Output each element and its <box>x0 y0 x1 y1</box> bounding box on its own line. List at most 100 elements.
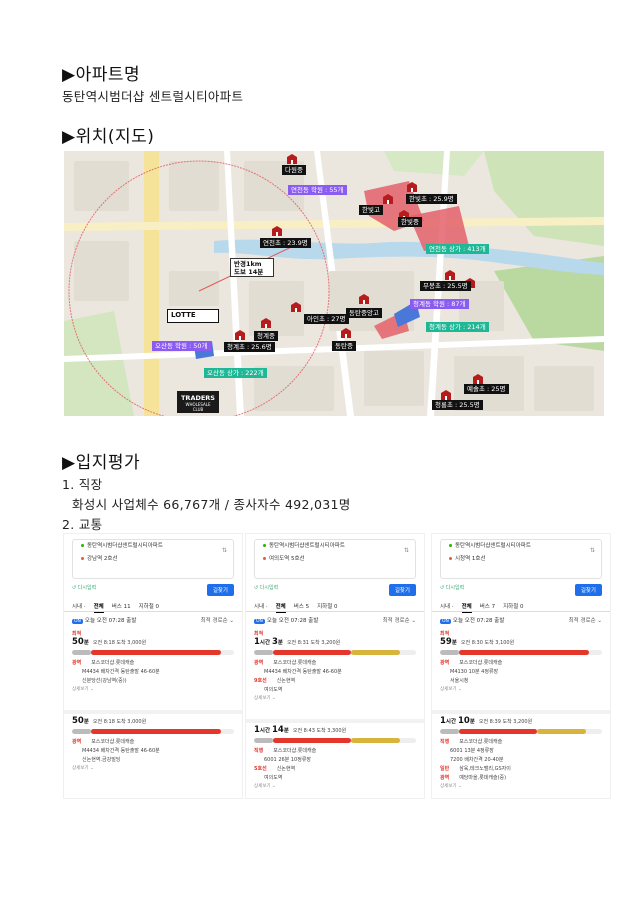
transport-tabs: 시내 · 전체 버스 7 지하철 0 <box>432 602 610 613</box>
radius-distance: 반경1km <box>234 260 262 268</box>
location-map: 다원중 연천동 학원 : 55개 한빛고 한빛초 : 25.9명 한빛중 연천동… <box>64 151 604 416</box>
swap-icon[interactable]: ⇅ <box>222 547 227 554</box>
route-card[interactable]: 1시간 14분 오전 8:43 도착 3,300원직행 포스코더샵.롯데캐슬 6001… <box>254 725 416 789</box>
transport-tab[interactable]: 전체 <box>275 604 286 613</box>
departure-row[interactable]: ON 오늘 오전 07:28 출발 최적 경로순 ⌄ <box>254 616 416 625</box>
sort-dropdown[interactable]: 최적 경로순 ⌄ <box>569 616 602 624</box>
on-badge: ON <box>440 619 451 624</box>
route-search-box[interactable]: 동탄역시범더샵센트럴시티아파트 시청역 1호선 ⇅ <box>440 539 602 579</box>
step-text: 여의도역 <box>264 775 283 781</box>
origin-field[interactable]: 동탄역시범더샵센트럴시티아파트 <box>441 540 601 553</box>
lotte-logo: LOTTE <box>167 309 219 323</box>
step-text: 포스코더샵.롯데캐슬 <box>459 739 503 745</box>
destination-field[interactable]: 강남역 2호선 <box>73 553 233 566</box>
step-badge: 9호선 <box>254 678 267 684</box>
apt-name: 동탄역시범더샵 센트럴시티아파트 <box>62 89 244 104</box>
step-text: 신논현역 <box>276 678 296 684</box>
origin-field[interactable]: 동탄역시범더샵센트럴시티아파트 <box>255 540 415 553</box>
transport-tab[interactable]: 지하철 0 <box>503 604 523 610</box>
transport-tab[interactable]: 전체 <box>93 604 104 613</box>
traders-name: TRADERS <box>181 394 215 402</box>
route-card[interactable]: 50분 오전 8:18 도착 3,000원 광역 포스코더샵.롯데캐슬 M4434 배차… <box>72 716 234 771</box>
search-route-button[interactable]: 길찾기 <box>574 584 602 596</box>
transport-tab[interactable]: 버스 5 <box>294 604 309 610</box>
sort-dropdown[interactable]: 최적 경로순 ⌄ <box>383 616 416 624</box>
route-card[interactable]: 1시간 10분 오전 8:39 도착 3,200원 직행 포스코더샵.롯데캐슬 6001… <box>440 716 602 789</box>
step-badge: 직행 <box>254 748 264 754</box>
route-step: M4130 10분 4정류장 <box>440 668 602 675</box>
step-text: 서울시청 <box>450 678 469 684</box>
step-text: 삼육,테크노밸리,GS자이 <box>459 766 511 772</box>
bus-segment <box>91 729 222 734</box>
destination-field[interactable]: 시청역 1호선 <box>441 553 601 566</box>
step-text: M4130 10분 4정류장 <box>450 669 499 675</box>
sort-dropdown[interactable]: 최적 경로순 ⌄ <box>201 616 234 624</box>
location-heading: ▶위치(지도) <box>62 127 155 147</box>
detail-link[interactable]: 상세보기 ⌄ <box>72 686 234 692</box>
route-card[interactable]: 최적 1시간 3분 오전 8:31 도착 3,200원 광역 포스코더샵.롯데캐슬 M44… <box>254 630 416 701</box>
reset-link[interactable]: ↺ 다시입력 <box>440 585 464 591</box>
detail-link[interactable]: 상세보기 ⌄ <box>254 783 416 789</box>
tab-region[interactable]: 시내 · <box>72 604 86 610</box>
step-text: 포스코더샵.롯데캐슬 <box>273 660 317 666</box>
route-step: 7200 배차간격 20-40분 <box>440 756 602 763</box>
route-search-box[interactable]: 동탄역시범더샵센트럴시티아파트강남역 2호선 ⇅ <box>72 539 234 579</box>
transit-panel: 동탄역시범더샵센트럴시티아파트강남역 2호선 ⇅ ↺ 다시입력 길찾기시내 · 전체 버스… <box>63 533 243 799</box>
walk-segment <box>440 729 460 734</box>
route-card[interactable]: 최적 50분 오전 8:18 도착 3,000원 광역 포스코더샵.롯데캐슬 M4434 … <box>72 630 234 692</box>
departure-row[interactable]: ON 오늘 오전 07:28 출발 최적 경로순 ⌄ <box>72 616 234 625</box>
map-label: 동탄중 <box>332 341 356 351</box>
route-card[interactable]: 최적 59분 오전 8:30 도착 3,100원 광역 포스코더샵.롯데캐슬 M4130 … <box>440 630 602 692</box>
transport-tab[interactable]: 버스 11 <box>112 604 131 610</box>
route-meta: 오전 8:18 도착 3,000원 <box>92 719 147 725</box>
route-duration: 50분 <box>72 716 89 726</box>
map-label: 연천초 : 23.9명 <box>260 238 311 248</box>
step-badge: 광역 <box>440 775 450 781</box>
map-label: 청계초 : 25.6명 <box>224 342 275 352</box>
subway-segment <box>351 738 400 743</box>
search-route-button[interactable]: 길찾기 <box>206 584 234 596</box>
step-badge: 광역 <box>72 739 82 745</box>
apt-heading: ▶아파트명 <box>62 65 141 85</box>
route-duration: 1시간 14분 <box>254 725 289 735</box>
detail-link[interactable]: 상세보기 ⌄ <box>254 695 416 701</box>
transport-tab[interactable]: 버스 7 <box>480 604 495 610</box>
school-icon <box>358 293 370 305</box>
walk-segment <box>254 650 274 655</box>
search-route-button[interactable]: 길찾기 <box>388 584 416 596</box>
tab-region[interactable]: 시내 · <box>254 604 268 610</box>
map-label: 청계동 상가 : 214개 <box>426 322 489 332</box>
route-step: 6001 13분 4정류장 <box>440 747 602 754</box>
swap-icon[interactable]: ⇅ <box>590 547 595 554</box>
step-badge: 광역 <box>254 660 264 666</box>
detail-link[interactable]: 상세보기 ⌄ <box>440 686 602 692</box>
route-search-box[interactable]: 동탄역시범더샵센트럴시티아파트 여의도역 5호선 ⇅ <box>254 539 416 579</box>
route-step: 신논현역.금강빌딩 <box>72 756 234 763</box>
reset-link[interactable]: ↺ 다시입력 <box>72 585 96 591</box>
route-step: 광역 포스코더샵.롯데캐슬 <box>440 659 602 666</box>
route-meta: 오전 8:39 도착 3,200원 <box>478 719 533 725</box>
origin-text: 동탄역시범더샵센트럴시티아파트 <box>87 543 163 549</box>
swap-icon[interactable]: ⇅ <box>404 547 409 554</box>
route-separator <box>432 710 610 714</box>
reset-link[interactable]: ↺ 다시입력 <box>254 585 278 591</box>
destination-field[interactable]: 여의도역 5호선 <box>255 553 415 566</box>
step-text: 6001 26분 10정류장 <box>264 757 312 763</box>
route-step: M4434 배차간격 동탄출발 46-60분 <box>254 668 416 675</box>
on-badge: ON <box>72 619 83 624</box>
bus-segment <box>91 650 222 655</box>
transport-tab[interactable]: 전체 <box>461 604 472 613</box>
tab-region[interactable]: 시내 · <box>440 604 454 610</box>
transport-tab[interactable]: 지하철 0 <box>139 604 159 610</box>
transport-tab[interactable]: 지하철 0 <box>317 604 337 610</box>
departure-row[interactable]: ON 오늘 오전 07:28 출발 최적 경로순 ⌄ <box>440 616 602 625</box>
route-step: 직행 포스코더샵.롯데캐슬 <box>254 747 416 754</box>
map-label: 아인초 : 27명 <box>304 314 349 324</box>
best-badge: 최적 <box>72 631 82 637</box>
detail-link[interactable]: 상세보기 ⌄ <box>440 783 602 789</box>
origin-field[interactable]: 동탄역시범더샵센트럴시티아파트 <box>73 540 233 553</box>
route-meta: 오전 8:43 도착 3,300원 <box>292 728 347 734</box>
detail-link[interactable]: 상세보기 ⌄ <box>72 765 234 771</box>
subway-segment <box>351 650 400 655</box>
route-separator <box>64 710 242 714</box>
